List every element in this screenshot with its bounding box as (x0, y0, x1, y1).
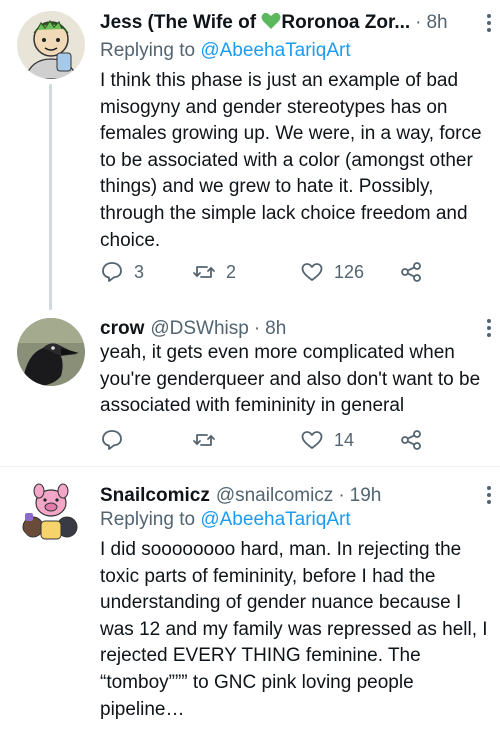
share-button[interactable] (399, 425, 423, 455)
replying-to-handle[interactable]: @AbeehaTariqArt (200, 40, 350, 61)
tweet-header: Snailcomicz @snailcomicz · 19h (100, 481, 486, 511)
retweet-button[interactable]: 2 (192, 257, 236, 287)
tweet-text: I think this phase is just an example of… (100, 70, 487, 251)
cartoon-characters-icon (17, 477, 85, 545)
separator-dot: · (338, 485, 345, 506)
display-name[interactable]: crow (100, 318, 144, 340)
avatar-snailcomicz[interactable] (17, 477, 85, 545)
tweet-crow[interactable]: crow @DSWhisp · 8h yeah, it gets even mo… (0, 310, 500, 466)
tweet-jess[interactable]: Jess (The Wife of Roronoa Zor... · 8h Re… (0, 0, 500, 310)
replying-to: Replying to @AbeehaTariqArt (100, 509, 351, 531)
more-icon[interactable] (486, 486, 492, 504)
display-name[interactable]: Jess (The Wife of Roronoa Zor... (100, 12, 410, 34)
action-bar: 14 (100, 425, 430, 455)
replying-to-handle[interactable]: @AbeehaTariqArt (200, 509, 350, 530)
more-icon[interactable] (486, 14, 492, 32)
retweet-count: 2 (226, 261, 237, 282)
tweet-snailcomicz[interactable]: Snailcomicz @snailcomicz · 19h Replying … (0, 467, 500, 732)
like-button[interactable]: 14 (300, 425, 354, 455)
crow-bird-icon (17, 318, 85, 386)
more-icon[interactable] (486, 319, 492, 337)
reply-icon (102, 262, 122, 282)
reply-icon (102, 430, 122, 450)
action-bar: 3 2 126 (100, 257, 430, 287)
separator-dot: · (253, 318, 261, 339)
retweet-icon (193, 434, 215, 446)
like-button[interactable]: 126 (300, 257, 364, 287)
anime-character-icon (17, 11, 85, 79)
tweet-header: Jess (The Wife of Roronoa Zor... · 8h (100, 8, 486, 38)
reply-button[interactable]: 3 (100, 257, 144, 287)
avatar-jess[interactable] (17, 11, 85, 79)
replying-to-label: Replying to (100, 509, 201, 530)
timestamp[interactable]: 8h (265, 318, 286, 340)
user-handle[interactable]: @DSWhisp (150, 318, 248, 340)
tweet-text: yeah, it gets even more complicated when… (100, 342, 486, 417)
thread-line (49, 84, 52, 310)
display-name-part2: Roronoa Zor... (281, 12, 411, 33)
share-icon (401, 430, 421, 450)
reply-button[interactable] (100, 425, 134, 455)
like-icon (301, 263, 323, 281)
like-count: 14 (334, 429, 355, 450)
display-name[interactable]: Snailcomicz (100, 485, 210, 507)
retweet-button[interactable] (192, 425, 226, 455)
tweet-text: I did soooooooo hard, man. In rejecting … (100, 539, 493, 720)
replying-to-label: Replying to (100, 40, 201, 61)
avatar-crow[interactable] (17, 318, 85, 386)
user-handle[interactable]: @snailcomicz (216, 485, 333, 507)
share-icon (401, 262, 421, 282)
replying-to: Replying to @AbeehaTariqArt (100, 40, 351, 62)
timestamp[interactable]: 8h (426, 12, 447, 34)
timestamp[interactable]: 19h (350, 485, 382, 507)
retweet-icon (193, 266, 215, 278)
reply-count: 3 (134, 261, 145, 282)
like-count: 126 (334, 261, 365, 282)
separator-dot: · (415, 12, 422, 33)
green-heart-emoji-icon (261, 12, 281, 29)
like-icon (301, 431, 323, 449)
display-name-part1: Jess (The Wife of (100, 12, 262, 33)
share-button[interactable] (399, 257, 423, 287)
